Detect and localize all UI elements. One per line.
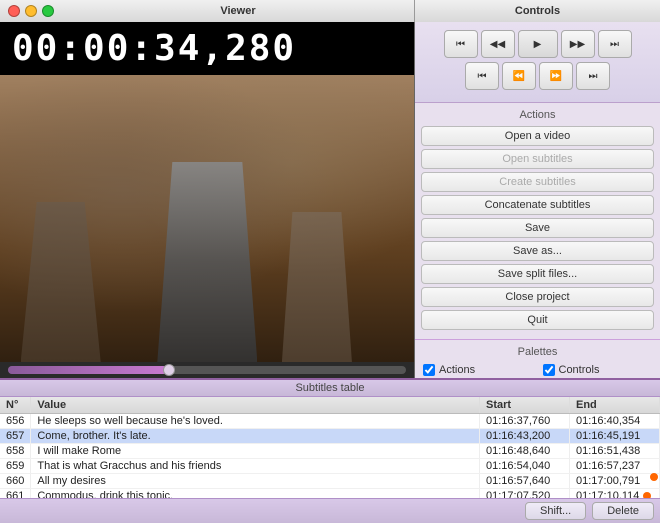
cell-end: 01:16:51,438 bbox=[570, 444, 660, 459]
table-row[interactable]: 660 All my desires 01:16:57,640 01:17:00… bbox=[0, 474, 660, 489]
palette-actions-checkbox[interactable] bbox=[423, 364, 435, 376]
concatenate-subtitles-button[interactable]: Concatenate subtitles bbox=[421, 195, 654, 215]
window-buttons bbox=[0, 5, 62, 17]
cell-end: 01:17:10,114 bbox=[570, 489, 660, 499]
open-subtitles-button[interactable]: Open subtitles bbox=[421, 149, 654, 169]
table-header-row: N° Value Start End bbox=[0, 397, 660, 414]
palette-actions[interactable]: Actions bbox=[421, 363, 535, 377]
scrubber-fill bbox=[8, 366, 167, 374]
table-row[interactable]: 657 Come, brother. It's late. 01:16:43,2… bbox=[0, 429, 660, 444]
go-start-button[interactable]: ⏮ bbox=[444, 30, 478, 58]
scrubber-thumb[interactable] bbox=[163, 364, 175, 376]
delete-button[interactable]: Delete bbox=[592, 502, 654, 520]
play-button[interactable]: ▶ bbox=[518, 30, 558, 58]
cell-end: 01:17:00,791 bbox=[570, 474, 660, 489]
save-as-button[interactable]: Save as... bbox=[421, 241, 654, 261]
cell-end: 01:16:45,191 bbox=[570, 429, 660, 444]
minimize-button[interactable] bbox=[25, 5, 37, 17]
palette-col-1: Actions Meter Movie Subtitles bbox=[421, 363, 535, 378]
prev-frame-button[interactable]: ◀◀ bbox=[481, 30, 515, 58]
cell-value: I will make Rome bbox=[31, 444, 480, 459]
viewer-titlebar: Viewer bbox=[0, 0, 415, 22]
save-button[interactable]: Save bbox=[421, 218, 654, 238]
cell-value: That is what Gracchus and his friends bbox=[31, 459, 480, 474]
table-row[interactable]: 658 I will make Rome 01:16:48,640 01:16:… bbox=[0, 444, 660, 459]
cell-n: 660 bbox=[0, 474, 31, 489]
palette-controls-label: Controls bbox=[559, 364, 600, 376]
rewind-start-button[interactable]: ⏮ bbox=[465, 62, 499, 90]
cell-start: 01:16:54,040 bbox=[480, 459, 570, 474]
subtitles-table: N° Value Start End 656 He sleeps so well… bbox=[0, 397, 660, 498]
cell-start: 01:16:43,200 bbox=[480, 429, 570, 444]
table-row[interactable]: 656 He sleeps so well because he's loved… bbox=[0, 414, 660, 429]
subtitles-table-wrap[interactable]: N° Value Start End 656 He sleeps so well… bbox=[0, 397, 660, 498]
col-header-n: N° bbox=[0, 397, 31, 414]
palette-controls-checkbox[interactable] bbox=[543, 364, 555, 376]
col-header-value: Value bbox=[31, 397, 480, 414]
controls-titlebar: Controls bbox=[415, 0, 660, 22]
cell-start: 01:16:48,640 bbox=[480, 444, 570, 459]
table-row[interactable]: 659 That is what Gracchus and his friend… bbox=[0, 459, 660, 474]
video-area bbox=[0, 75, 414, 362]
transport-row-1: ⏮ ◀◀ ▶ ▶▶ ⏭ bbox=[423, 30, 652, 58]
figure-right bbox=[282, 212, 352, 362]
maximize-button[interactable] bbox=[42, 5, 54, 17]
viewer-panel: 00:00:34,280 bbox=[0, 22, 415, 378]
cell-start: 01:16:37,760 bbox=[480, 414, 570, 429]
fast-forward-button[interactable]: ⏭ bbox=[576, 62, 610, 90]
actions-header: Actions bbox=[421, 109, 654, 121]
save-split-button[interactable]: Save split files... bbox=[421, 264, 654, 284]
open-video-button[interactable]: Open a video bbox=[421, 126, 654, 146]
col-header-end: End bbox=[570, 397, 660, 414]
cell-n: 656 bbox=[0, 414, 31, 429]
rewind-button[interactable]: ⏪ bbox=[502, 62, 536, 90]
scrubber-bar[interactable] bbox=[0, 362, 414, 378]
cell-value: All my desires bbox=[31, 474, 480, 489]
go-end-button[interactable]: ⏭ bbox=[598, 30, 632, 58]
table-row[interactable]: 661 Commodus, drink this tonic. 01:17:07… bbox=[0, 489, 660, 499]
transport-area: ⏮ ◀◀ ▶ ▶▶ ⏭ ⏮ ⏪ ⏩ ⏭ bbox=[415, 22, 660, 103]
quit-button[interactable]: Quit bbox=[421, 310, 654, 330]
cell-start: 01:17:07,520 bbox=[480, 489, 570, 499]
viewer-title: Viewer bbox=[62, 5, 414, 17]
next-frame-button[interactable]: ▶▶ bbox=[561, 30, 595, 58]
timecode-display: 00:00:34,280 bbox=[0, 22, 414, 75]
subtitles-footer: Shift... Delete bbox=[0, 498, 660, 523]
title-bar: Viewer Controls bbox=[0, 0, 660, 22]
scrubber-track[interactable] bbox=[8, 366, 406, 374]
controls-title: Controls bbox=[415, 5, 660, 17]
row-indicator-dot bbox=[643, 492, 651, 498]
palettes-header: Palettes bbox=[421, 346, 654, 358]
cell-n: 661 bbox=[0, 489, 31, 499]
actions-section: Actions Open a video Open subtitles Crea… bbox=[415, 103, 660, 340]
cell-end: 01:16:40,354 bbox=[570, 414, 660, 429]
cell-start: 01:16:57,640 bbox=[480, 474, 570, 489]
col-header-start: Start bbox=[480, 397, 570, 414]
scroll-indicator bbox=[650, 473, 658, 481]
cell-value: He sleeps so well because he's loved. bbox=[31, 414, 480, 429]
cell-end: 01:16:57,237 bbox=[570, 459, 660, 474]
cell-n: 658 bbox=[0, 444, 31, 459]
close-project-button[interactable]: Close project bbox=[421, 287, 654, 307]
forward-button[interactable]: ⏩ bbox=[539, 62, 573, 90]
video-frame bbox=[0, 75, 414, 362]
subtitles-panel: Subtitles table N° Value Start End 656 H… bbox=[0, 378, 660, 523]
subtitles-table-header: Subtitles table bbox=[0, 380, 660, 397]
create-subtitles-button[interactable]: Create subtitles bbox=[421, 172, 654, 192]
palette-actions-label: Actions bbox=[439, 364, 475, 376]
transport-row-2: ⏮ ⏪ ⏩ ⏭ bbox=[423, 62, 652, 90]
cell-n: 659 bbox=[0, 459, 31, 474]
palette-columns: Actions Meter Movie Subtitles bbox=[421, 363, 654, 378]
figure-center bbox=[157, 162, 257, 362]
shift-button[interactable]: Shift... bbox=[525, 502, 586, 520]
palettes-section: Palettes Actions Meter Movie bbox=[415, 340, 660, 378]
main-area: 00:00:34,280 ⏮ ◀◀ ▶ ▶▶ ⏭ bbox=[0, 22, 660, 378]
close-button[interactable] bbox=[8, 5, 20, 17]
controls-panel: ⏮ ◀◀ ▶ ▶▶ ⏭ ⏮ ⏪ ⏩ ⏭ Actions Open a video… bbox=[415, 22, 660, 378]
cell-value: Come, brother. It's late. bbox=[31, 429, 480, 444]
palette-controls[interactable]: Controls bbox=[541, 363, 655, 377]
palette-col-2: Controls Editor Shift Search Replace bbox=[541, 363, 655, 378]
cell-n: 657 bbox=[0, 429, 31, 444]
cell-value: Commodus, drink this tonic. bbox=[31, 489, 480, 499]
